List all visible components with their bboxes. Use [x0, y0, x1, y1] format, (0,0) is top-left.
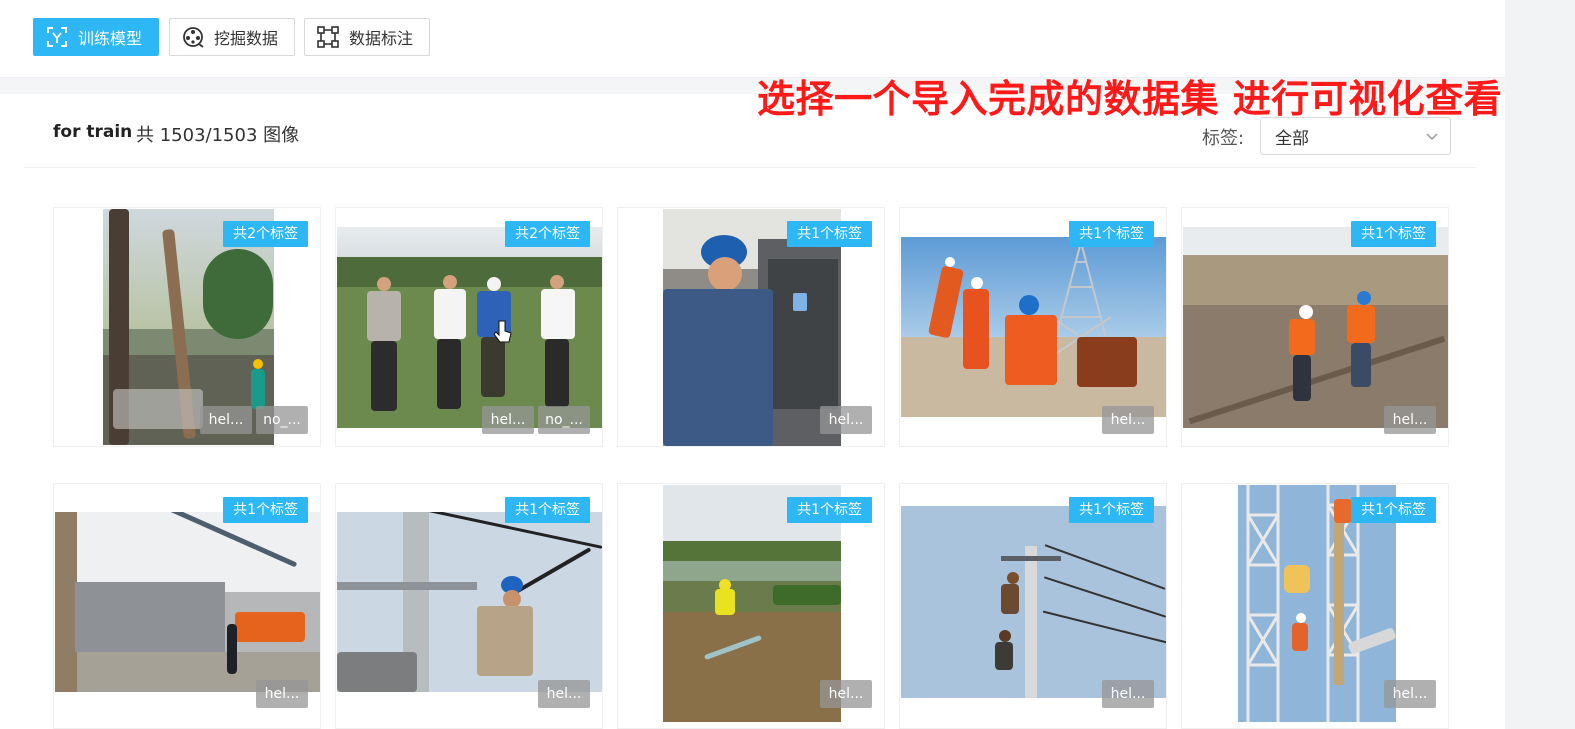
tutorial-caption: 选择一个导入完成的数据集 进行可视化查看	[757, 77, 1503, 121]
image-card[interactable]: 共1个标签 hel...	[335, 483, 603, 729]
chevron-down-icon	[1424, 128, 1440, 144]
label-chip: hel...	[820, 680, 872, 708]
image-card[interactable]: 共2个标签 hel... no_...	[335, 207, 603, 447]
train-model-label: 训练模型	[78, 29, 143, 48]
image-thumbnail	[337, 227, 602, 428]
bounding-box-icon	[317, 26, 339, 48]
image-card[interactable]: 共1个标签 hel...	[53, 483, 321, 729]
label-chip: hel...	[200, 406, 252, 434]
label-count-badge: 共1个标签	[1069, 221, 1154, 247]
image-thumbnail	[901, 506, 1166, 698]
label-count-badge: 共1个标签	[1069, 497, 1154, 523]
right-side-panel	[1505, 0, 1575, 729]
image-card[interactable]: 共1个标签 hel...	[1181, 207, 1449, 447]
image-card[interactable]: 共1个标签 hel...	[1181, 483, 1449, 729]
app-main: 训练模型 挖掘数据 数据标注 for train 共 1503/1503 图像 …	[0, 0, 1505, 729]
annotate-data-button[interactable]: 数据标注	[304, 18, 430, 56]
label-count-badge: 共2个标签	[505, 221, 590, 247]
mine-data-button[interactable]: 挖掘数据	[169, 18, 295, 56]
label-chip: hel...	[1102, 406, 1154, 434]
label-chip: hel...	[1102, 680, 1154, 708]
label-chip: hel...	[538, 680, 590, 708]
label-chip: hel...	[256, 680, 308, 708]
image-card[interactable]: 共1个标签 hel...	[899, 483, 1167, 729]
label-chip: no_...	[256, 406, 308, 434]
label-chip: hel...	[820, 406, 872, 434]
label-count-badge: 共1个标签	[787, 497, 872, 523]
image-thumbnail	[1183, 227, 1448, 428]
film-reel-icon	[182, 26, 204, 48]
label-chip: no_...	[538, 406, 590, 434]
image-card[interactable]: 共2个标签 hel... no_...	[53, 207, 321, 447]
dataset-count: 共 1503/1503 图像	[136, 125, 300, 146]
train-model-button[interactable]: 训练模型	[33, 18, 159, 56]
image-thumbnail	[55, 512, 320, 692]
tag-filter-value: 全部	[1275, 128, 1309, 149]
tag-filter-label: 标签:	[1202, 128, 1245, 149]
label-count-badge: 共2个标签	[223, 221, 308, 247]
label-count-badge: 共1个标签	[505, 497, 590, 523]
label-chip: hel...	[1384, 406, 1436, 434]
image-thumbnail	[901, 237, 1166, 417]
label-count-badge: 共1个标签	[1351, 497, 1436, 523]
image-thumbnail	[337, 512, 602, 692]
train-model-icon	[46, 26, 68, 48]
dataset-name: for train	[53, 122, 133, 142]
image-card[interactable]: 共1个标签 hel...	[617, 207, 885, 447]
annotate-data-label: 数据标注	[349, 29, 414, 48]
label-count-badge: 共1个标签	[1351, 221, 1436, 247]
label-count-badge: 共1个标签	[787, 221, 872, 247]
label-chip: hel...	[1384, 680, 1436, 708]
image-card[interactable]: 共1个标签 hel...	[617, 483, 885, 729]
mine-data-label: 挖掘数据	[214, 29, 279, 48]
toolbar: 训练模型 挖掘数据 数据标注	[0, 0, 1505, 78]
image-card[interactable]: 共1个标签 hel...	[899, 207, 1167, 447]
label-count-badge: 共1个标签	[223, 497, 308, 523]
label-chip: hel...	[482, 406, 534, 434]
